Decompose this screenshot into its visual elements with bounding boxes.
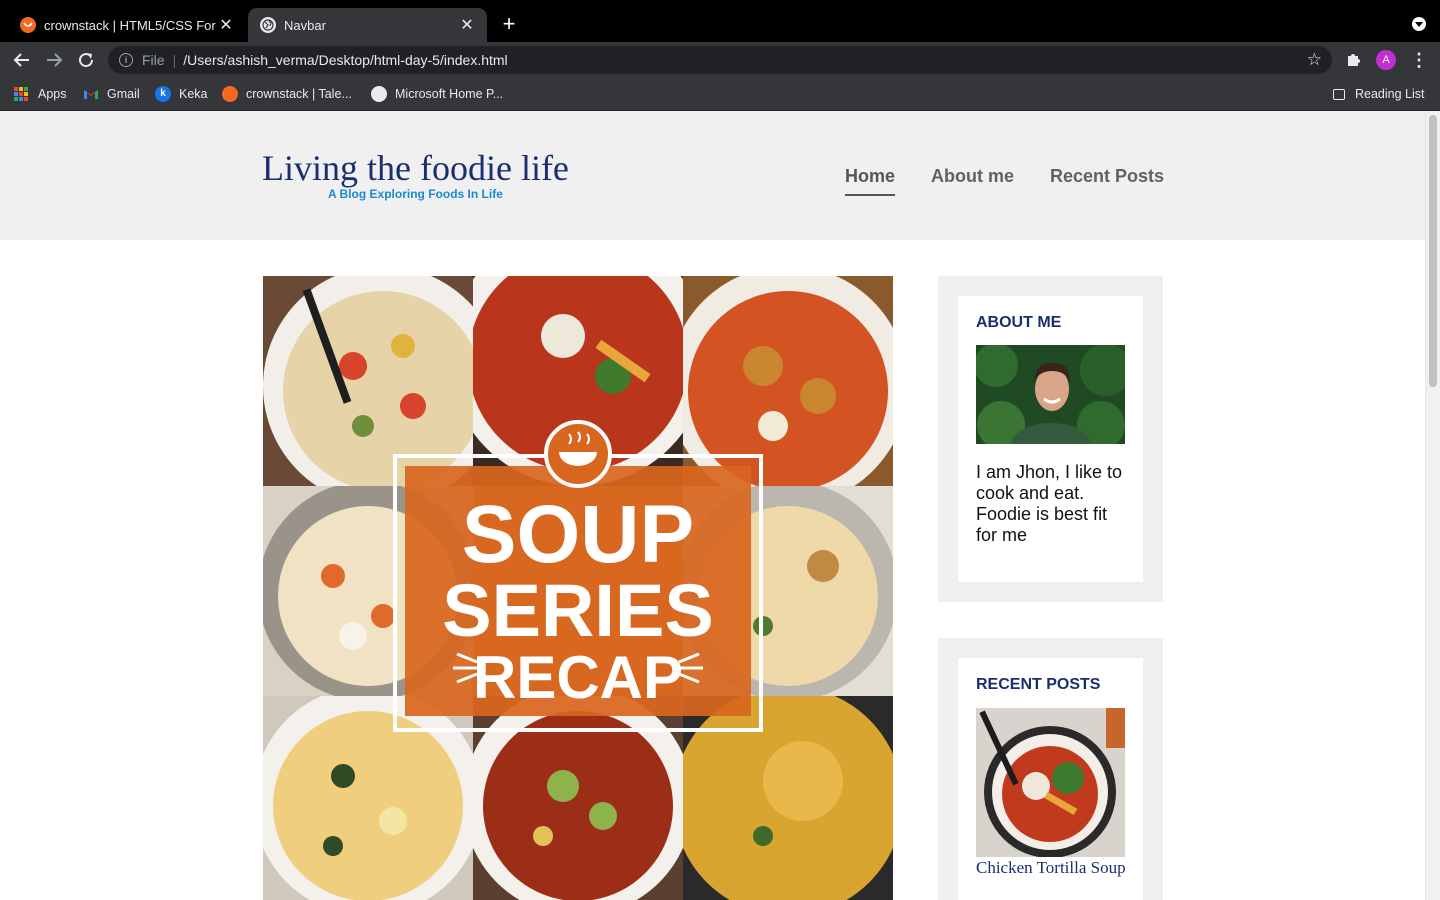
crownstack-icon — [222, 86, 238, 102]
crownstack-icon — [20, 17, 36, 33]
recent-post-link[interactable]: Chicken Tortilla Soup — [976, 858, 1126, 878]
reading-list-label: Reading List — [1355, 87, 1425, 101]
hero-image-soup-series: SOUP SERIES RECAP — [263, 276, 893, 900]
address-bar[interactable]: i File | /Users/ashish_verma/Desktop/htm… — [108, 46, 1332, 74]
about-me-heading: ABOUT ME — [976, 314, 1062, 331]
bookmark-apps[interactable]: Apps — [14, 85, 67, 103]
hero-line-1: SOUP — [462, 489, 694, 580]
reading-list-icon — [1333, 88, 1345, 100]
bookmark-keka[interactable]: k Keka — [155, 85, 208, 103]
nav-home[interactable]: Home — [845, 166, 896, 196]
reload-button[interactable] — [74, 48, 98, 72]
site-tagline: A Blog Exploring Foods In Life — [328, 187, 503, 201]
bookmark-label: Apps — [38, 87, 67, 101]
page-viewport: Living the foodie life A Blog Exploring … — [0, 111, 1425, 900]
bookmark-label: Microsoft Home P... — [395, 87, 504, 101]
more-menu-icon[interactable]: ⋮ — [1410, 50, 1428, 70]
hero-line-3: RECAP — [473, 644, 683, 711]
close-icon[interactable]: ✕ — [459, 15, 475, 35]
about-me-card: ABOUT ME I am Jhon, I like to cook and e… — [958, 296, 1143, 582]
gmail-icon — [83, 86, 99, 102]
recent-post-image[interactable] — [976, 708, 1125, 857]
globe-icon — [371, 86, 387, 102]
about-me-widget: ABOUT ME I am Jhon, I like to cook and e… — [938, 276, 1163, 602]
bookmark-label: Keka — [179, 87, 208, 101]
forward-button[interactable] — [42, 48, 66, 72]
bookmark-label: Gmail — [107, 87, 140, 101]
site-title[interactable]: Living the foodie life — [262, 147, 569, 189]
star-icon[interactable]: ☆ — [1307, 50, 1322, 70]
info-icon[interactable]: i — [119, 53, 133, 67]
tab-navbar[interactable]: Navbar ✕ — [248, 8, 487, 42]
bookmark-gmail[interactable]: Gmail — [83, 85, 140, 103]
nav-recent-posts[interactable]: Recent Posts — [1050, 166, 1164, 194]
new-tab-button[interactable]: + — [498, 12, 520, 36]
scrollbar-thumb[interactable] — [1429, 115, 1437, 387]
recent-posts-widget: RECENT POSTS Chicken Tortilla Soup — [938, 638, 1163, 900]
profile-avatar[interactable]: A — [1376, 50, 1396, 70]
tab-crownstack[interactable]: crownstack | HTML5/CSS For b ✕ — [8, 8, 246, 42]
about-me-text: I am Jhon, I like to cook and eat. Foodi… — [976, 462, 1123, 545]
site-header: Living the foodie life A Blog Exploring … — [0, 111, 1425, 240]
recent-posts-heading: RECENT POSTS — [976, 676, 1101, 693]
tab-title: crownstack | HTML5/CSS For b — [44, 17, 218, 33]
url-text[interactable]: /Users/ashish_verma/Desktop/html-day-5/i… — [183, 52, 1307, 68]
divider: | — [172, 52, 177, 68]
bookmarks-bar: Apps Gmail k Keka crownstack | Tale... M… — [0, 78, 1440, 111]
browser-tab-strip: crownstack | HTML5/CSS For b ✕ Navbar ✕ … — [0, 0, 1440, 42]
browser-toolbar: i File | /Users/ashish_verma/Desktop/htm… — [0, 42, 1440, 78]
apps-grid-icon — [14, 87, 28, 101]
bookmark-microsoft[interactable]: Microsoft Home P... — [371, 85, 503, 103]
keka-icon: k — [155, 86, 171, 102]
nav-about-me[interactable]: About me — [931, 166, 1014, 194]
globe-icon — [260, 17, 276, 33]
about-me-photo — [976, 345, 1125, 444]
page-scrollbar[interactable] — [1425, 111, 1440, 900]
tab-search-icon[interactable] — [1412, 17, 1426, 31]
url-scheme: File — [142, 52, 165, 68]
recent-posts-card: RECENT POSTS Chicken Tortilla Soup — [958, 658, 1143, 900]
close-icon[interactable]: ✕ — [218, 15, 234, 35]
reading-list-button[interactable]: Reading List — [1333, 85, 1425, 103]
puzzle-icon[interactable] — [1344, 50, 1364, 70]
tab-title: Navbar — [284, 17, 326, 33]
bookmark-crownstack[interactable]: crownstack | Tale... — [222, 85, 352, 103]
hero-line-2: SERIES — [442, 569, 713, 652]
bookmark-label: crownstack | Tale... — [246, 87, 352, 101]
back-button[interactable] — [10, 48, 34, 72]
